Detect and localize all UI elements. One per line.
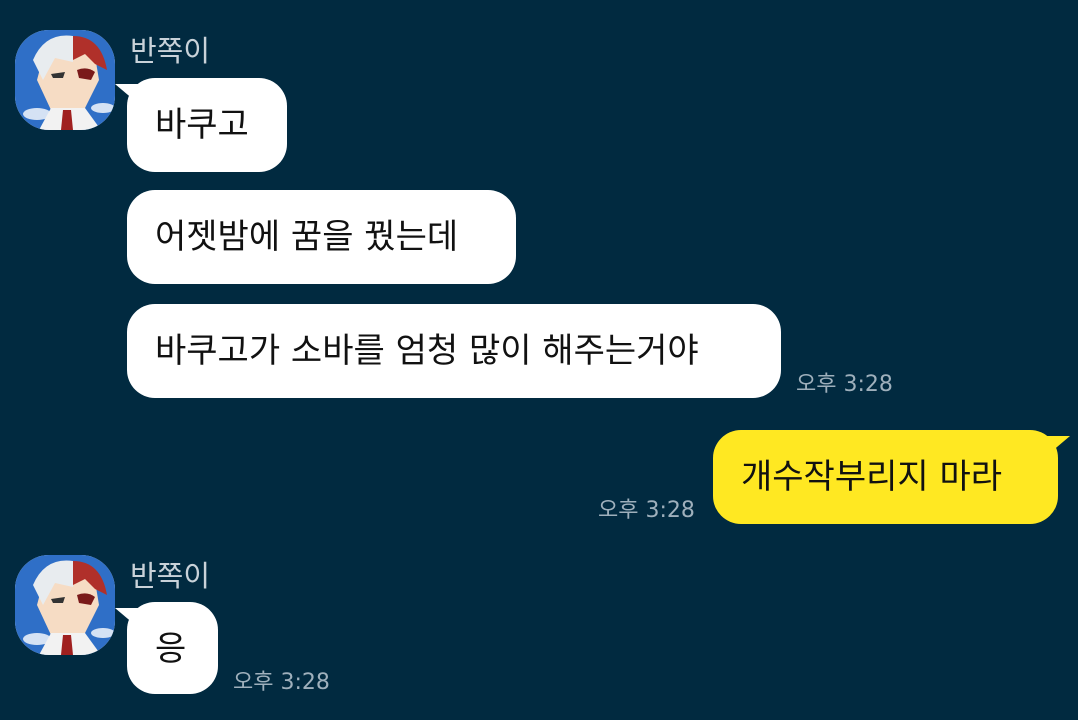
message-timestamp: 오후 3:28 (598, 498, 695, 523)
sender-avatar[interactable] (15, 30, 115, 130)
sender-name: 반쪽이 (130, 559, 211, 593)
anime-character-avatar-icon (15, 555, 115, 655)
sender-avatar[interactable] (15, 555, 115, 655)
message-bubble[interactable]: 바쿠고가 소바를 엄청 많이 해주는거야 (127, 304, 781, 398)
message-bubble[interactable]: 응 (115, 602, 218, 694)
sender-name: 반쪽이 (130, 34, 211, 68)
message-timestamp: 오후 3:28 (233, 670, 330, 695)
message-bubble[interactable]: 바쿠고 (115, 78, 287, 172)
my-message-bubble[interactable]: 개수작부리지 마라 (713, 430, 1070, 524)
message-bubble[interactable]: 어젯밤에 꿈을 꿨는데 (127, 190, 516, 284)
message-timestamp: 오후 3:28 (796, 372, 893, 397)
anime-character-avatar-icon (15, 30, 115, 130)
